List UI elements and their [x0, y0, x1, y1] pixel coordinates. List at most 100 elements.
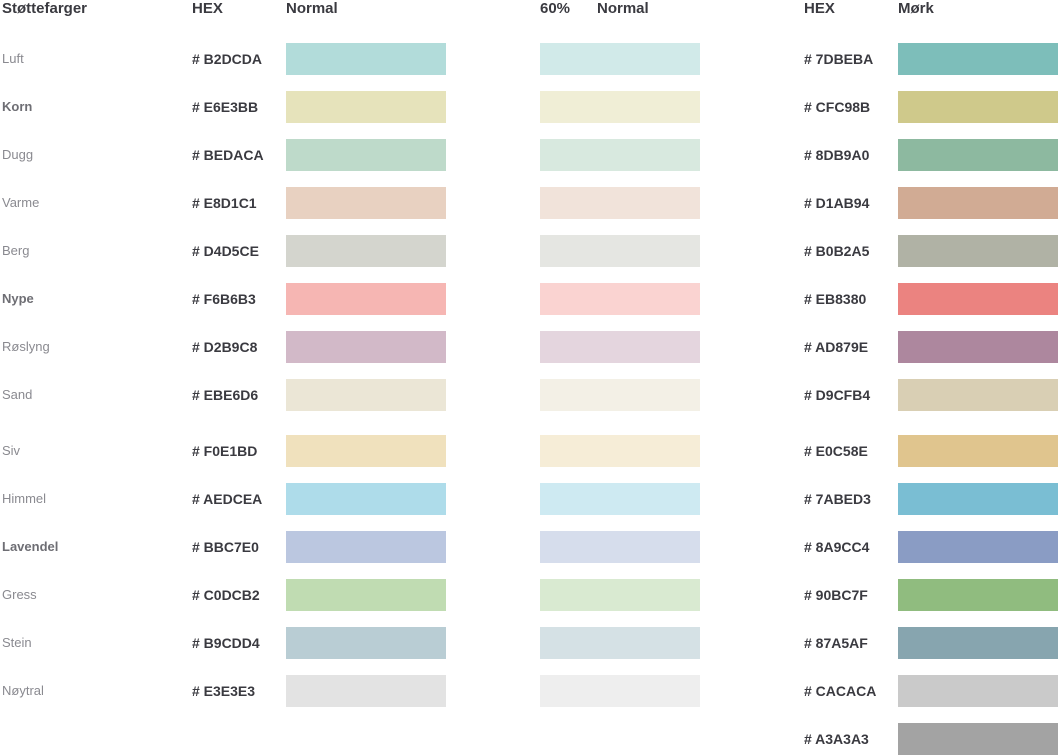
color-name: Nøytral [2, 683, 44, 698]
swatch-dark [898, 187, 1058, 219]
swatch-60-percent [540, 379, 700, 411]
header-60-percent: 60% [540, 0, 571, 17]
color-name: Stein [2, 635, 32, 650]
hex-value: # E6E3BB [192, 99, 259, 115]
swatch-normal [286, 531, 446, 563]
swatch-normal [286, 483, 446, 515]
color-row: Stein # B9CDD4 # 87A5AF [0, 627, 1058, 659]
color-name: Berg [2, 243, 30, 258]
swatch-normal [286, 331, 446, 363]
hex-value: # D2B9C8 [192, 339, 258, 355]
swatch-normal [286, 187, 446, 219]
color-name: Varme [2, 195, 40, 210]
color-name: Luft [2, 51, 24, 66]
swatch-normal [286, 91, 446, 123]
hex-value: # E8D1C1 [192, 195, 257, 211]
color-row: Nype # F6B6B3 # EB8380 [0, 283, 1058, 315]
header-normal-light: Normal [597, 0, 649, 17]
color-row: Nøytral # E3E3E3 # CACACA [0, 675, 1058, 707]
swatch-dark [898, 43, 1058, 75]
color-name: Gress [2, 587, 37, 602]
swatch-dark [898, 331, 1058, 363]
swatch-60-percent [540, 579, 700, 611]
swatch-dark [898, 531, 1058, 563]
header-mork: Mørk [898, 0, 934, 17]
dark-hex-value: # CFC98B [804, 99, 871, 115]
dark-hex-value: # B0B2A5 [804, 243, 870, 259]
dark-hex-value: # 7ABED3 [804, 491, 871, 507]
swatch-60-percent [540, 91, 700, 123]
color-row: Gress # C0DCB2 # 90BC7F [0, 579, 1058, 611]
swatch-dark [898, 283, 1058, 315]
header-stottefarger: Støttefarger [2, 0, 88, 17]
dark-hex-value: # 8DB9A0 [804, 147, 870, 163]
swatch-normal [286, 139, 446, 171]
header-normal: Normal [286, 0, 338, 17]
color-row: Luft # B2DCDA # 7DBEBA [0, 43, 1058, 75]
color-name: Sand [2, 387, 33, 402]
swatch-60-percent [540, 43, 700, 75]
swatch-60-percent [540, 675, 700, 707]
dark-hex-value: # EB8380 [804, 291, 867, 307]
swatch-60-percent [540, 627, 700, 659]
dark-hex-value: # 7DBEBA [804, 51, 874, 67]
hex-value: # BEDACA [192, 147, 264, 163]
hex-value: # E3E3E3 [192, 683, 256, 699]
dark-hex-value: # D1AB94 [804, 195, 870, 211]
swatch-60-percent [540, 435, 700, 467]
swatch-dark [898, 435, 1058, 467]
color-name: Nype [2, 291, 34, 306]
color-row: Himmel # AEDCEA # 7ABED3 [0, 483, 1058, 515]
swatch-dark [898, 235, 1058, 267]
color-name: Røslyng [2, 339, 50, 354]
swatch-normal [286, 627, 446, 659]
color-name: Siv [2, 443, 21, 458]
swatch-normal [286, 379, 446, 411]
swatch-60-percent [540, 283, 700, 315]
hex-value: # F0E1BD [192, 443, 258, 459]
color-row: Lavendel # BBC7E0 # 8A9CC4 [0, 531, 1058, 563]
dark-hex-value: # CACACA [804, 683, 877, 699]
header-hex: HEX [192, 0, 223, 17]
hex-value: # D4D5CE [192, 243, 259, 259]
swatch-60-percent [540, 139, 700, 171]
hex-value: # B2DCDA [192, 51, 263, 67]
color-name: Lavendel [2, 539, 59, 554]
color-row: Røslyng # D2B9C8 # AD879E [0, 331, 1058, 363]
hex-value: # B9CDD4 [192, 635, 260, 651]
dark-hex-value: # 8A9CC4 [804, 539, 870, 555]
hex-value: # AEDCEA [192, 491, 263, 507]
hex-value: # EBE6D6 [192, 387, 259, 403]
dark-hex-value: # 90BC7F [804, 587, 868, 603]
swatch-dark [898, 723, 1058, 755]
dark-hex-value: # AD879E [804, 339, 869, 355]
swatch-60-percent [540, 331, 700, 363]
swatch-normal [286, 283, 446, 315]
color-row: Varme # E8D1C1 # D1AB94 [0, 187, 1058, 219]
swatch-normal [286, 235, 446, 267]
color-row: Sand # EBE6D6 # D9CFB4 [0, 379, 1058, 411]
swatch-normal [286, 435, 446, 467]
swatch-dark [898, 675, 1058, 707]
swatch-dark [898, 483, 1058, 515]
color-row: Berg # D4D5CE # B0B2A5 [0, 235, 1058, 267]
swatch-normal [286, 675, 446, 707]
swatch-60-percent [540, 235, 700, 267]
swatch-normal [286, 579, 446, 611]
swatch-60-percent [540, 187, 700, 219]
header-hex-dark: HEX [804, 0, 835, 17]
dark-hex-value: # A3A3A3 [804, 731, 869, 747]
hex-value: # C0DCB2 [192, 587, 260, 603]
hex-value: # BBC7E0 [192, 539, 259, 555]
dark-hex-value: # D9CFB4 [804, 387, 871, 403]
swatch-dark [898, 91, 1058, 123]
swatch-60-percent [540, 531, 700, 563]
swatch-dark [898, 379, 1058, 411]
hex-value: # F6B6B3 [192, 291, 256, 307]
color-row: # A3A3A3 [0, 723, 1058, 755]
color-name: Dugg [2, 147, 34, 162]
swatch-dark [898, 627, 1058, 659]
color-row: Dugg # BEDACA # 8DB9A0 [0, 139, 1058, 171]
color-name: Himmel [2, 491, 47, 506]
swatch-60-percent [540, 483, 700, 515]
